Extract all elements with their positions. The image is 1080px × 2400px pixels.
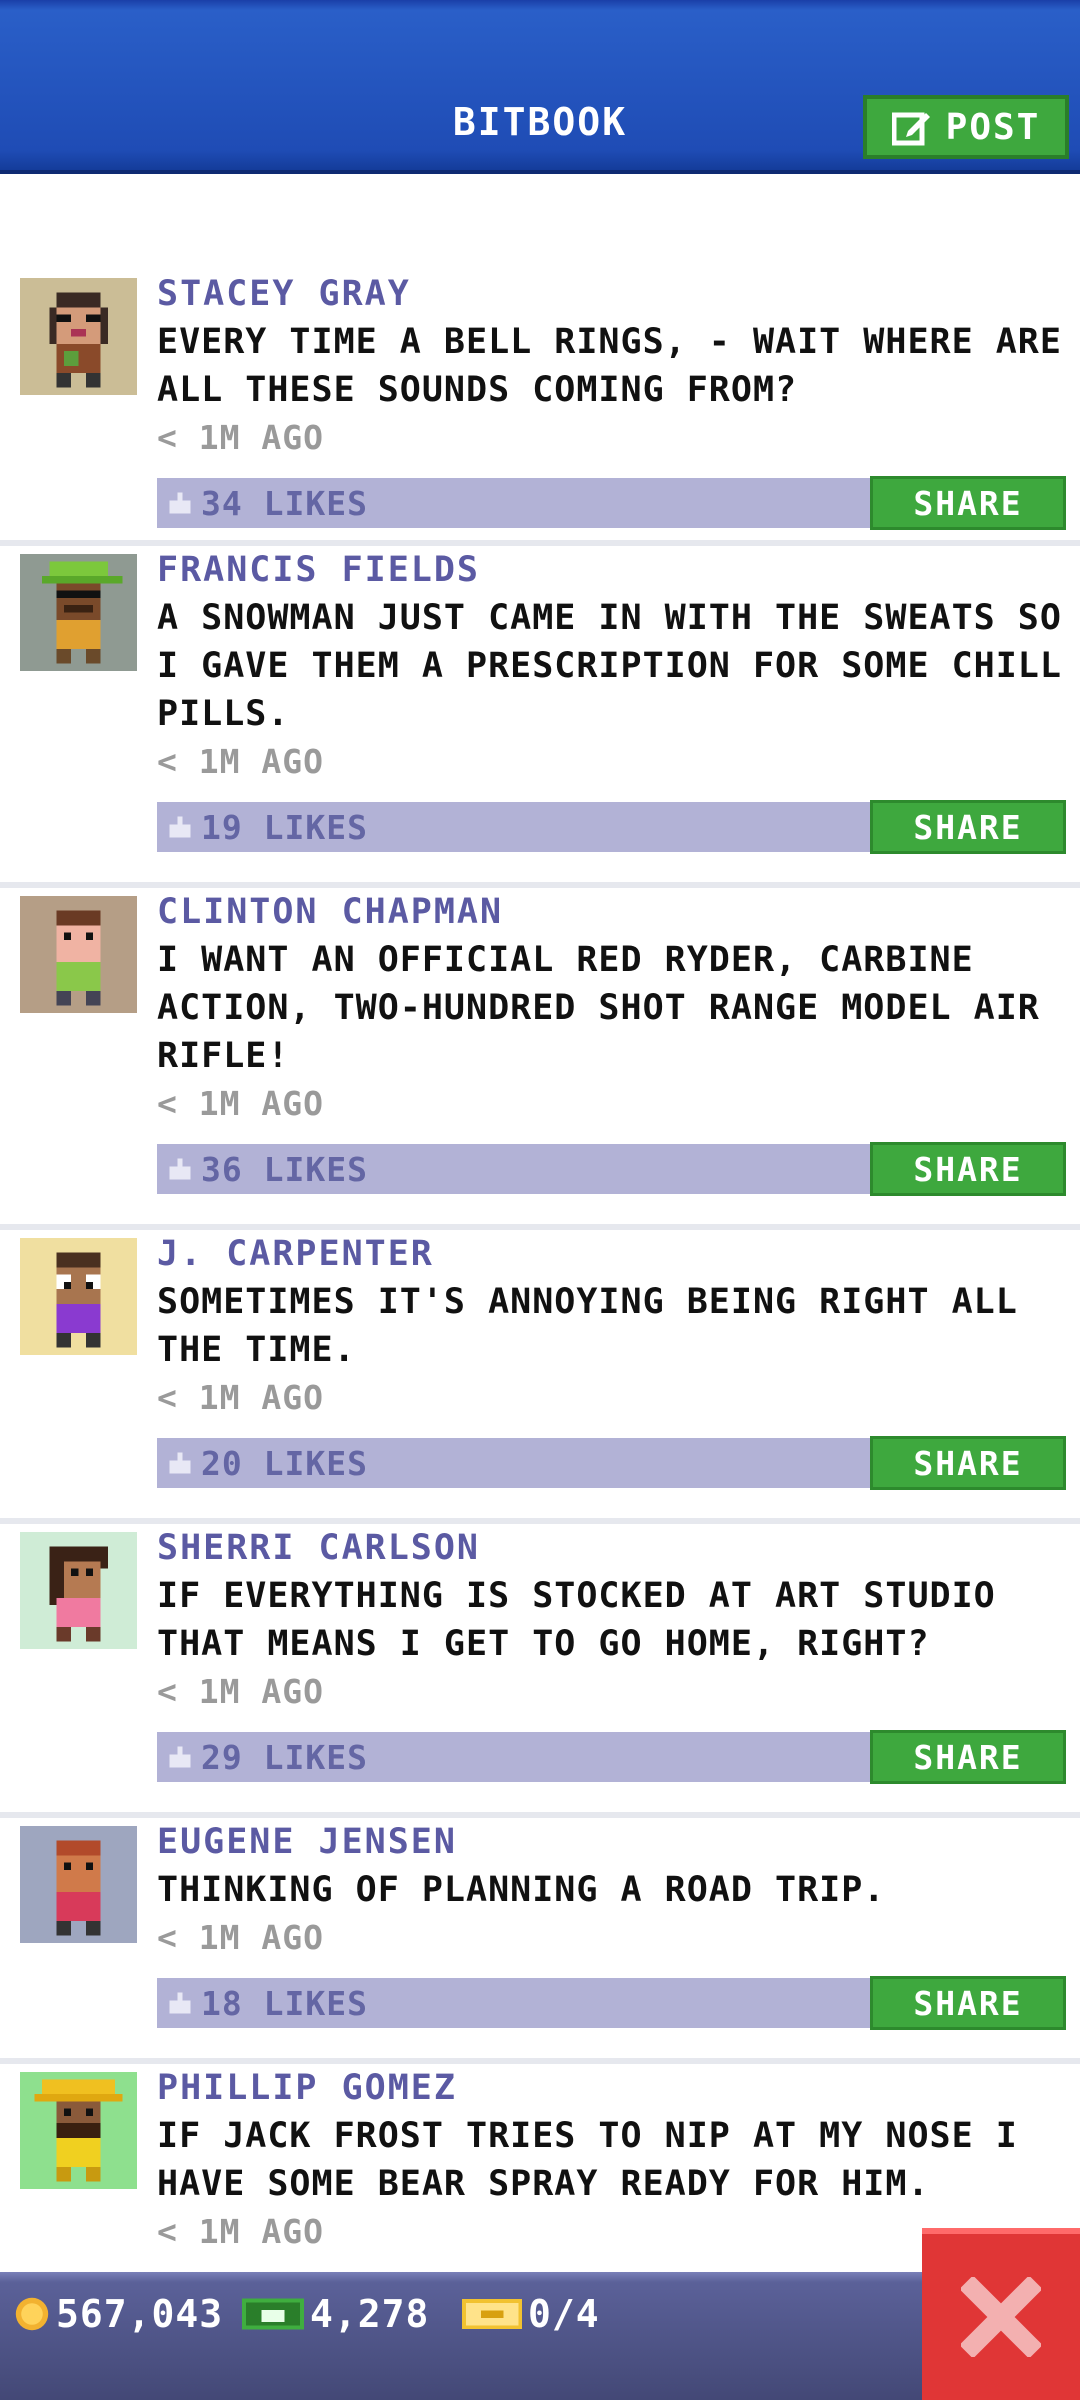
currency-bar: 567,043 4,278 0/4 [0, 2272, 1080, 2400]
app-header: BITBOOK POST [0, 0, 1080, 174]
likes-count: 29 LIKES [201, 1737, 368, 1777]
feed-post: PHILLIP GOMEZ IF JACK FROST TRIES TO NIP… [0, 2064, 1080, 2284]
feed-post: CLINTON CHAPMAN I WANT AN OFFICIAL RED R… [0, 888, 1080, 1230]
feed-post: SHERRI CARLSON IF EVERYTHING IS STOCKED … [0, 1524, 1080, 1818]
thumbs-up-icon [169, 816, 191, 838]
avatar [20, 1532, 137, 1649]
likes-count: 34 LIKES [201, 483, 368, 523]
edit-icon [891, 112, 930, 146]
likes-count: 20 LIKES [201, 1443, 368, 1483]
coins-count: 567,043 [56, 2292, 224, 2336]
post-author[interactable]: J. CARPENTER [157, 1230, 1066, 1278]
likes-bar: 36 LIKES SHARE [157, 1142, 1066, 1196]
share-button[interactable]: SHARE [870, 800, 1066, 854]
post-message: THINKING OF PLANNING A ROAD TRIP. [157, 1870, 886, 1910]
bux-count: 4,278 [310, 2292, 430, 2336]
tickets-count: 0/4 [528, 2292, 600, 2336]
close-icon [961, 2277, 1041, 2357]
ticket-icon [462, 2299, 522, 2329]
thumbs-up-icon [169, 1992, 191, 2014]
thumbs-up-icon [169, 1158, 191, 1180]
post-message: SOMETIMES IT'S ANNOYING BEING RIGHT ALL … [157, 1282, 1018, 1370]
likes-bar: 20 LIKES SHARE [157, 1436, 1066, 1490]
post-timestamp: < 1M AGO [157, 1918, 324, 1957]
feed-post: STACEY GRAY EVERY TIME A BELL RINGS, - W… [0, 270, 1080, 546]
feed-list[interactable]: STACEY GRAY EVERY TIME A BELL RINGS, - W… [0, 270, 1080, 2284]
post-button[interactable]: POST [863, 95, 1069, 159]
share-button[interactable]: SHARE [870, 476, 1066, 530]
likes-bar: 18 LIKES SHARE [157, 1976, 1066, 2030]
bux-icon [242, 2298, 304, 2330]
post-author[interactable]: EUGENE JENSEN [157, 1818, 1066, 1866]
feed-post: FRANCIS FIELDS A SNOWMAN JUST CAME IN WI… [0, 546, 1080, 888]
thumbs-up-icon [169, 492, 191, 514]
post-author[interactable]: FRANCIS FIELDS [157, 546, 1066, 594]
post-author[interactable]: STACEY GRAY [157, 270, 1066, 318]
share-button[interactable]: SHARE [870, 1730, 1066, 1784]
avatar [20, 554, 137, 671]
coin-icon [15, 2297, 49, 2331]
avatar [20, 1826, 137, 1943]
feed-post: J. CARPENTER SOMETIMES IT'S ANNOYING BEI… [0, 1230, 1080, 1524]
thumbs-up-icon [169, 1452, 191, 1474]
likes-count: 19 LIKES [201, 807, 368, 847]
post-message: IF JACK FROST TRIES TO NIP AT MY NOSE I … [157, 2116, 1018, 2204]
coins-stat: 567,043 [14, 2292, 223, 2336]
post-message: IF EVERYTHING IS STOCKED AT ART STUDIO T… [157, 1576, 996, 1664]
post-timestamp: < 1M AGO [157, 742, 324, 781]
tickets-stat: 0/4 [462, 2292, 600, 2336]
post-button-label: POST [945, 106, 1041, 148]
share-button[interactable]: SHARE [870, 1976, 1066, 2030]
likes-bar: 19 LIKES SHARE [157, 800, 1066, 854]
likes-count: 36 LIKES [201, 1149, 368, 1189]
post-message: I WANT AN OFFICIAL RED RYDER, CARBINE AC… [157, 940, 1040, 1076]
post-timestamp: < 1M AGO [157, 418, 324, 457]
post-timestamp: < 1M AGO [157, 1084, 324, 1123]
post-author[interactable]: CLINTON CHAPMAN [157, 888, 1066, 936]
share-button[interactable]: SHARE [870, 1142, 1066, 1196]
avatar [20, 896, 137, 1013]
post-message: EVERY TIME A BELL RINGS, - WAIT WHERE AR… [157, 322, 1062, 410]
likes-bar: 29 LIKES SHARE [157, 1730, 1066, 1784]
likes-count: 18 LIKES [201, 1983, 368, 2023]
post-message: A SNOWMAN JUST CAME IN WITH THE SWEATS S… [157, 598, 1062, 734]
close-button[interactable] [922, 2228, 1080, 2400]
post-author[interactable]: PHILLIP GOMEZ [157, 2064, 1066, 2112]
post-author[interactable]: SHERRI CARLSON [157, 1524, 1066, 1572]
bux-stat: 4,278 [242, 2292, 429, 2336]
post-timestamp: < 1M AGO [157, 1672, 324, 1711]
share-button[interactable]: SHARE [870, 1436, 1066, 1490]
post-timestamp: < 1M AGO [157, 1378, 324, 1417]
avatar [20, 2072, 137, 2189]
avatar [20, 1238, 137, 1355]
likes-bar: 34 LIKES SHARE [157, 476, 1066, 530]
avatar [20, 278, 137, 395]
thumbs-up-icon [169, 1746, 191, 1768]
feed-post: EUGENE JENSEN THINKING OF PLANNING A ROA… [0, 1818, 1080, 2064]
